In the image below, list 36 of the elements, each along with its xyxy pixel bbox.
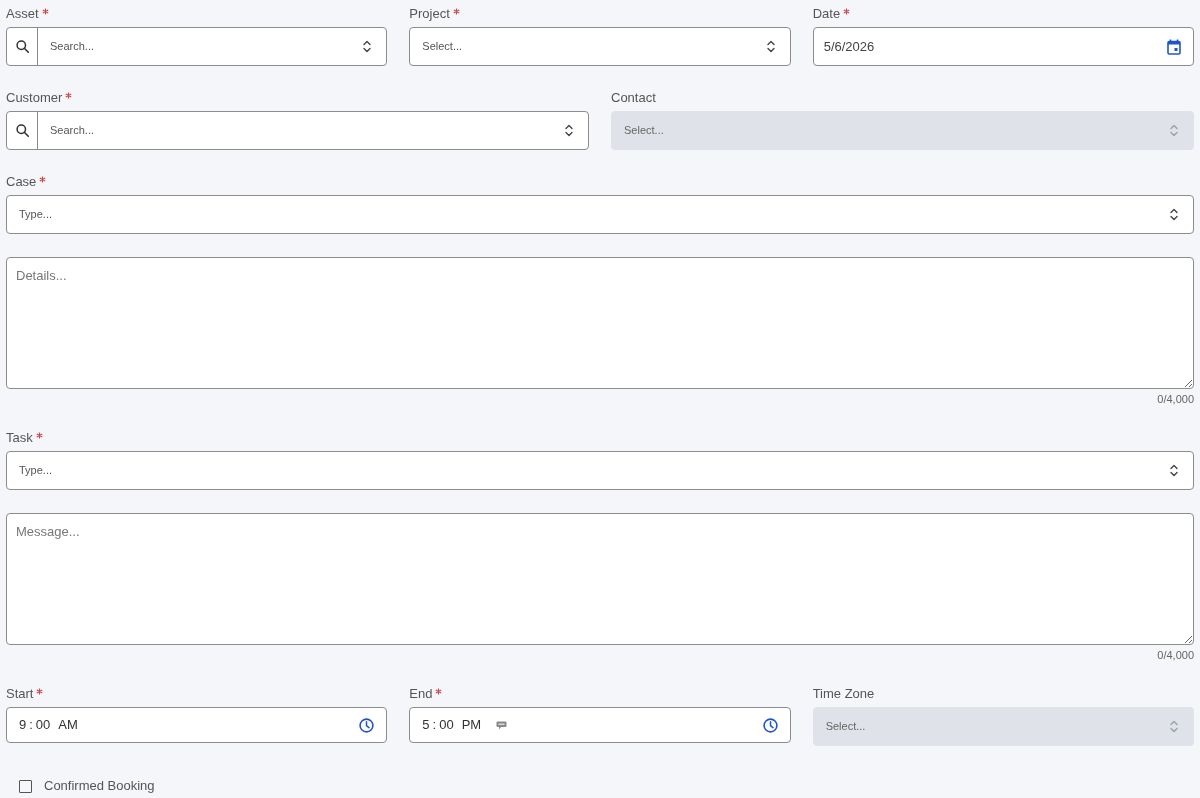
select-field[interactable]: Type... <box>6 195 1194 234</box>
chevron-up-down-icon <box>1170 464 1178 477</box>
field-label: Time Zone <box>812 685 875 703</box>
chevron-up-down-icon <box>1170 124 1178 137</box>
calendar-icon <box>1167 38 1181 55</box>
clock-icon[interactable] <box>359 717 375 733</box>
field-label: Case <box>6 173 37 191</box>
checkbox[interactable] <box>19 779 32 793</box>
field-label: Asset <box>6 5 39 23</box>
chevron-up-down-icon <box>363 40 372 53</box>
field-label: Start <box>6 685 34 703</box>
select-field[interactable]: Type... <box>6 451 1194 490</box>
character-counter: 0/4,000 <box>1157 648 1194 662</box>
time-field[interactable]: 5 : 00 PM <box>409 707 791 743</box>
textarea-field[interactable]: Message... <box>6 513 1194 645</box>
time-field[interactable]: 9 : 00 AM <box>6 707 388 743</box>
clock-icon[interactable] <box>762 717 778 733</box>
field-label: Task <box>6 429 33 447</box>
character-counter: 0/4,000 <box>1157 392 1194 406</box>
chevron-up-down-icon <box>1170 720 1178 733</box>
field-label: Date <box>812 5 841 23</box>
field-label: Contact <box>611 89 656 107</box>
field-label: End <box>409 685 433 703</box>
select-field[interactable]: Select... <box>409 27 791 66</box>
field-label: Project <box>409 5 450 23</box>
checkbox-label: Confirmed Booking <box>44 777 155 795</box>
textarea-field[interactable]: Details... <box>6 257 1194 389</box>
chevron-up-down-icon <box>1170 208 1178 221</box>
search-select-field[interactable]: Search... <box>6 111 589 150</box>
field-label: Customer <box>6 89 63 107</box>
chevron-up-down-icon <box>565 124 573 137</box>
chevron-up-down-icon <box>766 40 775 53</box>
search-icon <box>15 40 29 53</box>
date-field[interactable]: 5/6/2026 <box>812 27 1194 66</box>
search-select-field[interactable]: Search... <box>6 27 388 66</box>
search-icon <box>15 124 29 137</box>
